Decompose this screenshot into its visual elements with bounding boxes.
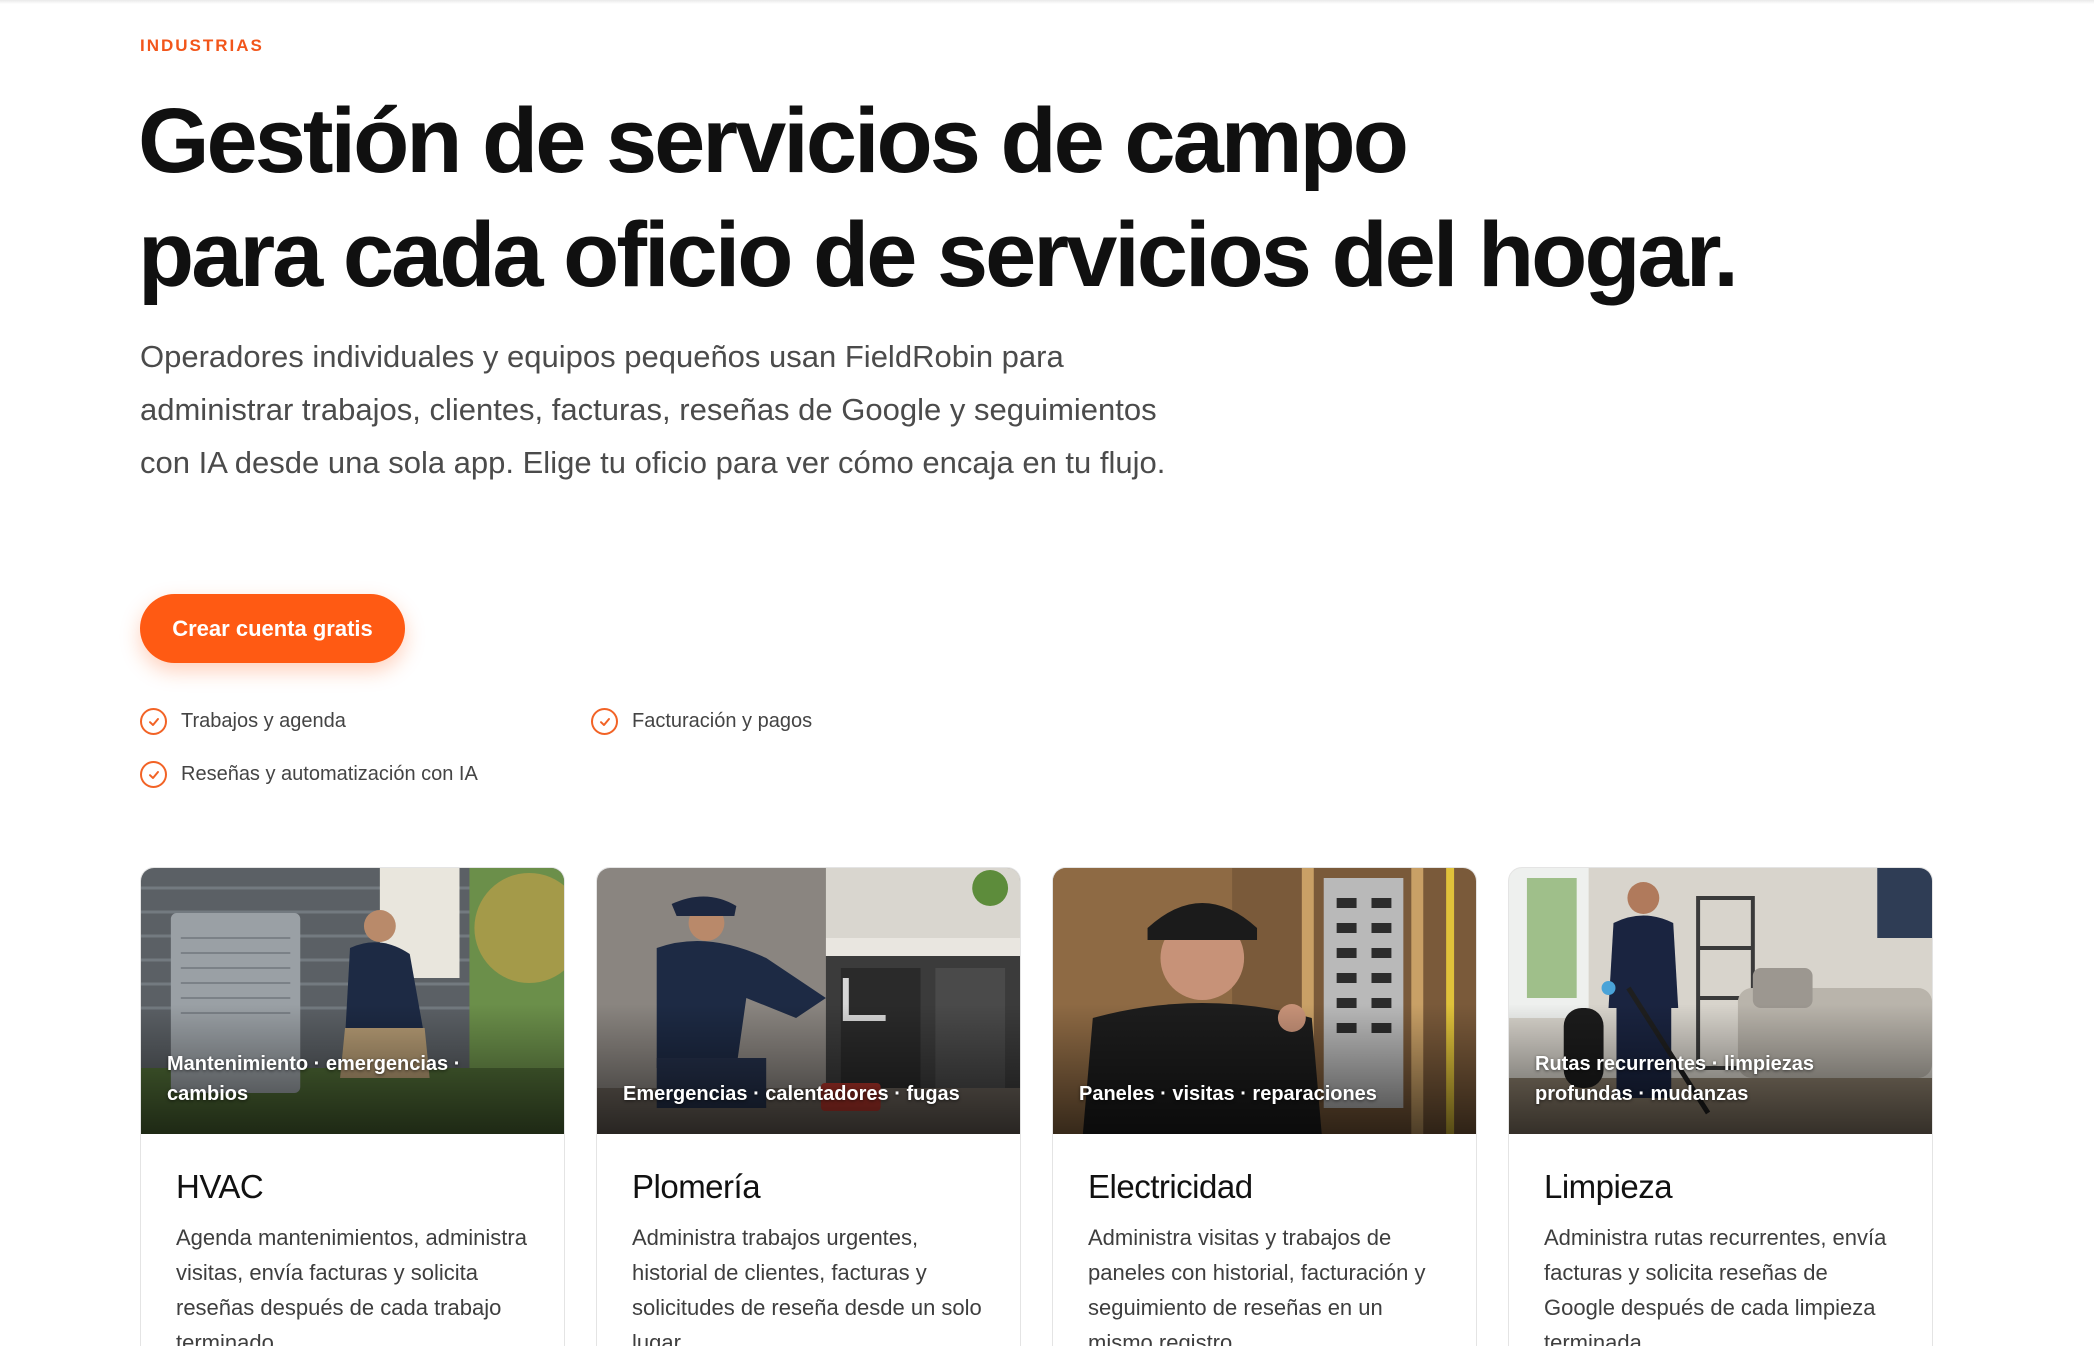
feature-label: Facturación y pagos xyxy=(632,710,813,732)
feature-label: Trabajos y agenda xyxy=(181,710,346,732)
card-tags: Paneles · visitas · reparaciones xyxy=(1079,1083,1377,1105)
industry-card-hvac[interactable]: Mantenimiento · emergencias · cambios HV… xyxy=(140,867,565,1346)
photo-gradient xyxy=(1053,1004,1476,1134)
card-description: Agenda mantenimientos, administra visita… xyxy=(176,1225,527,1346)
card-title: Electricidad xyxy=(1088,1168,1253,1205)
page-title-line-2: para cada oficio de servicios del hogar. xyxy=(138,204,1739,306)
card-description: Administra visitas y trabajos de paneles… xyxy=(1088,1225,1426,1346)
feature-label: Reseñas y automatización con IA xyxy=(181,763,478,785)
industry-card-electrical[interactable]: Paneles · visitas · reparaciones Electri… xyxy=(1052,867,1477,1346)
card-description: Administra rutas recurrentes, envía fact… xyxy=(1544,1225,1887,1346)
cleaning-photo: Rutas recurrentes · limpiezas profundas … xyxy=(1509,868,1932,1134)
top-divider xyxy=(0,0,2094,4)
photo-gradient xyxy=(597,1004,1020,1134)
card-description: Administra trabajos urgentes, historial … xyxy=(632,1225,982,1346)
card-title: Limpieza xyxy=(1544,1168,1673,1205)
plumbing-photo: Emergencias · calentadores · fugas xyxy=(597,868,1020,1134)
section-eyebrow: INDUSTRIAS xyxy=(140,36,264,55)
electrical-photo: Paneles · visitas · reparaciones xyxy=(1053,868,1476,1134)
page-title: Gestión de servicios de campo para cada … xyxy=(138,84,1938,312)
page-title-line-1: Gestión de servicios de campo xyxy=(138,90,1409,192)
card-tags: Rutas recurrentes · limpiezas profundas … xyxy=(1535,1053,1814,1105)
card-tags: Mantenimiento · emergencias · cambios xyxy=(167,1053,461,1105)
hvac-photo: Mantenimiento · emergencias · cambios xyxy=(141,868,564,1134)
card-title: HVAC xyxy=(176,1168,264,1205)
feature-invoicing-payments: Facturación y pagos xyxy=(591,708,812,735)
feature-jobs-schedule: Trabajos y agenda xyxy=(140,708,346,735)
industry-card-cleaning[interactable]: Rutas recurrentes · limpiezas profundas … xyxy=(1508,867,1933,1346)
create-account-button[interactable]: Crear cuenta gratis xyxy=(140,594,405,663)
card-tags: Emergencias · calentadores · fugas xyxy=(623,1083,960,1105)
feature-reviews-ai: Reseñas y automatización con IA xyxy=(140,761,478,788)
check-circle-icon xyxy=(591,708,618,735)
check-circle-icon xyxy=(140,761,167,788)
intro-paragraph: Operadores individuales y equipos pequeñ… xyxy=(140,339,1166,480)
industry-card-plumbing[interactable]: Emergencias · calentadores · fugas Plome… xyxy=(596,867,1021,1346)
check-circle-icon xyxy=(140,708,167,735)
card-title: Plomería xyxy=(632,1168,761,1205)
